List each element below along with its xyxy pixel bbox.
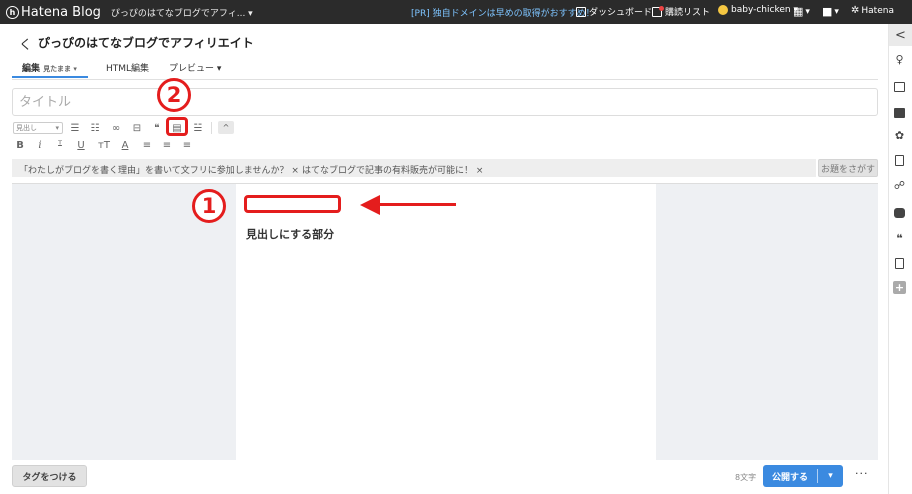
- active-tab-indicator: [12, 76, 88, 78]
- heading-text[interactable]: 見出しにする部分: [246, 226, 334, 242]
- character-count: 8文字: [735, 473, 757, 482]
- clipboard-icon[interactable]: [893, 257, 906, 270]
- annotation-arrow-head: [360, 195, 380, 215]
- hatena-blog-logo[interactable]: h Hatena Blog: [6, 5, 101, 20]
- chevron-down-icon[interactable]: ▾: [818, 471, 843, 481]
- reading-list-link[interactable]: 購読リスト: [652, 5, 710, 18]
- brand-name: Hatena Blog: [21, 4, 101, 20]
- annotation-one-label: 1: [201, 194, 217, 218]
- tab-html-edit-label: HTML編集: [106, 64, 150, 74]
- annotation-number-two: 2: [157, 78, 191, 112]
- collapse-toolbar-button[interactable]: ^: [218, 121, 234, 134]
- text-color-icon[interactable]: A: [118, 138, 132, 152]
- align-left-icon[interactable]: ≡: [140, 138, 154, 152]
- people-icon[interactable]: ☍: [893, 179, 906, 192]
- user-menu[interactable]: baby-chicken ▾: [718, 5, 798, 15]
- dashboard-label: ダッシュボード: [589, 8, 653, 18]
- page-title: ぴっぴのはてなブログでアフィリエイト: [38, 36, 254, 50]
- lightbulb-icon[interactable]: ♀: [893, 53, 906, 66]
- apps-menu[interactable]: ▦ ▾: [793, 5, 810, 18]
- font-size-icon[interactable]: ᴛT: [95, 138, 113, 152]
- dashboard-icon: [576, 6, 586, 17]
- more-options-button[interactable]: ···: [855, 467, 869, 480]
- annotation-highlight-line: [244, 195, 341, 213]
- heading-select[interactable]: 見出し ▾: [13, 122, 63, 134]
- horizontal-rule-icon[interactable]: ⊟: [130, 121, 144, 135]
- hatena-logo-icon: h: [6, 5, 19, 19]
- notifications-menu-caret: ▾: [834, 6, 839, 17]
- annotation-arrow-line: [378, 203, 456, 206]
- back-button[interactable]: く: [19, 34, 32, 53]
- tab-edit-mode: 見たまま ▾: [43, 65, 77, 73]
- reading-list-icon: [652, 5, 664, 17]
- tab-edit[interactable]: 編集 見たまま ▾: [22, 61, 77, 74]
- sidebar-toggle-button[interactable]: <: [889, 24, 912, 46]
- tab-edit-label: 編集: [22, 64, 41, 74]
- suggestion-item[interactable]: 「わたしがブログを書く理由」を書いて文フリに参加しませんか？ ×: [19, 163, 299, 176]
- youtube-icon[interactable]: [893, 206, 906, 219]
- photo-icon[interactable]: [893, 80, 906, 93]
- toolbar-separator: [211, 122, 212, 134]
- align-right-icon[interactable]: ≡: [180, 138, 194, 152]
- chat-icon: ■: [822, 5, 833, 18]
- blog-selector[interactable]: ぴっぴのはてなブログでアフィ... ▾: [111, 6, 253, 19]
- title-input[interactable]: [12, 88, 878, 116]
- numbered-list-icon[interactable]: ☷: [88, 121, 102, 135]
- pr-link[interactable]: [PR] 独自ドメインは早めの取得がおすすめ！: [411, 6, 595, 19]
- chevron-down-icon: ▾: [55, 124, 59, 132]
- annotation-number-one: 1: [192, 189, 226, 223]
- tab-preview-label: プレビュー ▾: [169, 64, 222, 74]
- find-theme-button[interactable]: お題をさがす: [818, 159, 878, 177]
- underline-icon[interactable]: U: [74, 138, 88, 152]
- heading-select-value: 見出し: [16, 124, 37, 132]
- tab-preview[interactable]: プレビュー ▾: [169, 61, 221, 74]
- hatena-link[interactable]: ✲ Hatena: [851, 5, 894, 16]
- annotation-two-label: 2: [166, 83, 182, 107]
- more-tools-icon[interactable]: ☱: [191, 121, 205, 135]
- notifications-menu[interactable]: ■ ▾: [822, 5, 839, 18]
- annotation-highlight-toc: [166, 117, 188, 136]
- folder-icon[interactable]: [893, 106, 906, 119]
- grid-icon: ▦: [793, 5, 804, 18]
- publish-label: 公開する: [771, 472, 808, 483]
- italic-icon[interactable]: i: [33, 138, 47, 152]
- gear-icon[interactable]: ✿: [893, 129, 906, 142]
- strikethrough-icon[interactable]: ᵀ: [53, 138, 67, 152]
- add-tag-button[interactable]: タグをつける: [12, 465, 87, 487]
- quote-icon[interactable]: ❝: [893, 232, 906, 245]
- publish-button[interactable]: 公開する ▾: [763, 465, 843, 487]
- align-center-icon[interactable]: ≡: [160, 138, 174, 152]
- suggestion-item[interactable]: はてなブログで記事の有料販売が可能に！ ×: [302, 163, 483, 176]
- hatena-label: Hatena: [861, 5, 894, 16]
- user-name: baby-chicken ▾: [731, 5, 798, 15]
- quote-icon[interactable]: ❝: [150, 121, 164, 135]
- divider: [12, 79, 878, 80]
- bullet-list-icon[interactable]: ☰: [68, 121, 82, 135]
- bold-icon[interactable]: B: [13, 138, 27, 152]
- avatar: [718, 5, 728, 15]
- document-icon[interactable]: [893, 154, 906, 167]
- dashboard-link[interactable]: ダッシュボード: [576, 5, 652, 18]
- tab-html-edit[interactable]: HTML編集: [106, 61, 149, 74]
- hatena-star-icon: ✲: [851, 5, 860, 16]
- apps-menu-caret: ▾: [805, 6, 810, 17]
- reading-list-label: 購読リスト: [665, 8, 711, 18]
- link-icon[interactable]: ∞: [109, 121, 123, 135]
- plus-icon[interactable]: +: [893, 281, 906, 294]
